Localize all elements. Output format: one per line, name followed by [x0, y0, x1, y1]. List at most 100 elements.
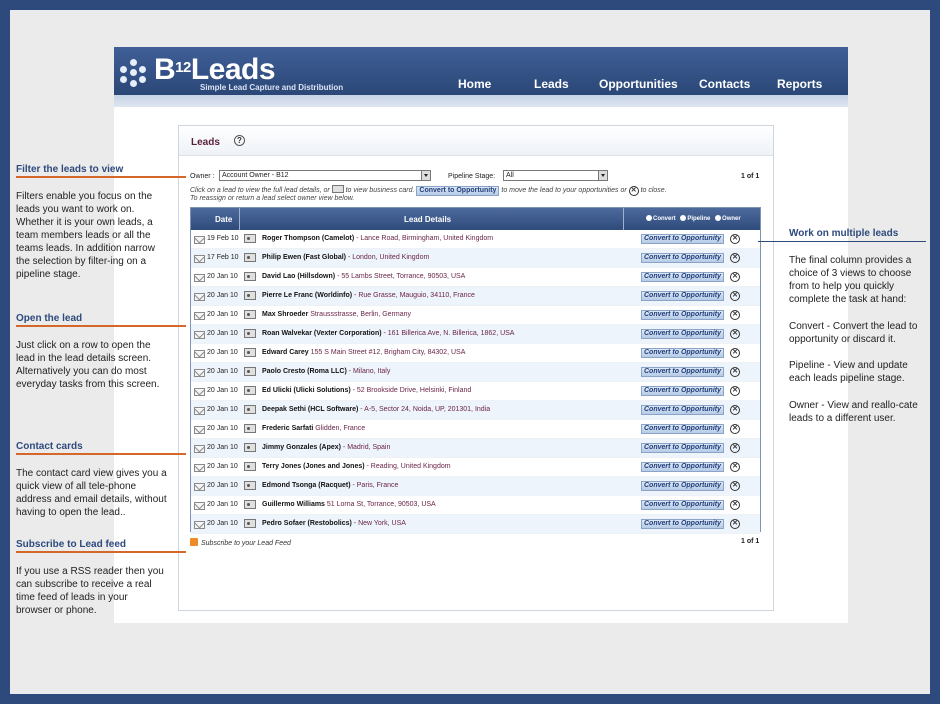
convert-to-opportunity-button[interactable]: Convert to Opportunity	[641, 253, 724, 263]
nav-reports[interactable]: Reports	[777, 77, 822, 91]
table-row[interactable]: 20 Jan 10 Frederic Sarfati Glidden, Franc…	[191, 420, 760, 439]
table-row[interactable]: 20 Jan 10 Pedro Sofaer (Restobolics) - Ne…	[191, 515, 760, 534]
envelope-icon[interactable]	[194, 255, 205, 263]
business-card-icon[interactable]	[244, 462, 256, 471]
business-card-icon[interactable]	[244, 443, 256, 452]
envelope-icon[interactable]	[194, 407, 205, 415]
envelope-icon[interactable]	[194, 426, 205, 434]
envelope-icon[interactable]	[194, 293, 205, 301]
convert-to-opportunity-button[interactable]: Convert to Opportunity	[641, 481, 724, 491]
business-card-icon[interactable]	[244, 253, 256, 262]
table-row[interactable]: 20 Jan 10 Terry Jones (Jones and Jones) -…	[191, 458, 760, 477]
row-details: David Lao (Hillsdown) - 55 Lambs Street,…	[262, 273, 465, 280]
convert-to-opportunity-button[interactable]: Convert to Opportunity	[641, 500, 724, 510]
close-icon[interactable]: ✕	[730, 253, 740, 263]
view-pipeline-radio[interactable]: Pipeline	[680, 215, 710, 222]
business-card-icon[interactable]	[244, 272, 256, 281]
envelope-icon[interactable]	[194, 274, 205, 282]
convert-to-opportunity-button[interactable]: Convert to Opportunity	[641, 310, 724, 320]
nav-opportunities[interactable]: Opportunities	[599, 77, 678, 91]
close-icon[interactable]: ✕	[730, 291, 740, 301]
business-card-icon[interactable]	[244, 481, 256, 490]
envelope-icon[interactable]	[194, 388, 205, 396]
envelope-icon[interactable]	[194, 483, 205, 491]
close-icon[interactable]: ✕	[730, 234, 740, 244]
envelope-icon[interactable]	[194, 369, 205, 377]
convert-to-opportunity-button[interactable]: Convert to Opportunity	[641, 519, 724, 529]
envelope-icon[interactable]	[194, 236, 205, 244]
table-row[interactable]: 20 Jan 10 Ed Ulicki (Ulicki Solutions) - …	[191, 382, 760, 401]
table-row[interactable]: 20 Jan 10 Deepak Sethi (HCL Software) - A…	[191, 401, 760, 420]
convert-to-opportunity-button[interactable]: Convert to Opportunity	[641, 424, 724, 434]
close-icon[interactable]: ✕	[730, 519, 740, 529]
close-icon[interactable]: ✕	[730, 405, 740, 415]
business-card-icon[interactable]	[244, 405, 256, 414]
business-card-icon[interactable]	[244, 348, 256, 357]
rss-feed-link[interactable]: Subscribe to your Lead Feed	[190, 538, 291, 547]
convert-to-opportunity-button[interactable]: Convert to Opportunity	[641, 348, 724, 358]
table-row[interactable]: 19 Feb 10 Roger Thompson (Camelot) - Lanc…	[191, 230, 760, 249]
business-card-icon[interactable]	[244, 424, 256, 433]
convert-to-opportunity-button[interactable]: Convert to Opportunity	[641, 329, 724, 339]
convert-to-opportunity-button[interactable]: Convert to Opportunity	[641, 443, 724, 453]
table-row[interactable]: 20 Jan 10 Roan Walvekar (Vexter Corporati…	[191, 325, 760, 344]
envelope-icon[interactable]	[194, 502, 205, 510]
table-row[interactable]: 20 Jan 10 Paolo Cresto (Roma LLC) - Milan…	[191, 363, 760, 382]
owner-select-value: Account Owner - B12	[222, 172, 289, 179]
close-icon[interactable]: ✕	[730, 481, 740, 491]
table-row[interactable]: 20 Jan 10 Jimmy Gonzales (Apex) - Madrid,…	[191, 439, 760, 458]
business-card-icon[interactable]	[244, 386, 256, 395]
close-icon[interactable]: ✕	[730, 329, 740, 339]
table-row[interactable]: 20 Jan 10 Pierre Le Franc (Worldinfo) - R…	[191, 287, 760, 306]
row-address: - Madrid, Spain	[340, 444, 391, 451]
envelope-icon[interactable]	[194, 331, 205, 339]
pipeline-stage-select[interactable]: All	[503, 170, 608, 181]
nav-home[interactable]: Home	[458, 77, 491, 91]
business-card-icon[interactable]	[244, 310, 256, 319]
convert-to-opportunity-button[interactable]: Convert to Opportunity	[641, 272, 724, 282]
business-card-icon[interactable]	[244, 234, 256, 243]
envelope-icon[interactable]	[194, 521, 205, 529]
convert-to-opportunity-button[interactable]: Convert to Opportunity	[641, 291, 724, 301]
close-icon: ✕	[628, 186, 639, 196]
table-row[interactable]: 17 Feb 10 Philip Ewen (Fast Global) - Lon…	[191, 249, 760, 268]
close-icon[interactable]: ✕	[730, 443, 740, 453]
view-owner-radio[interactable]: Owner	[715, 215, 741, 222]
envelope-icon[interactable]	[194, 350, 205, 358]
convert-to-opportunity-button[interactable]: Convert to Opportunity	[641, 234, 724, 244]
business-card-icon[interactable]	[244, 291, 256, 300]
business-card-icon[interactable]	[244, 329, 256, 338]
convert-to-opportunity-button[interactable]: Convert to Opportunity	[641, 367, 724, 377]
envelope-icon[interactable]	[194, 445, 205, 453]
convert-to-opportunity-button[interactable]: Convert to Opportunity	[641, 386, 724, 396]
table-row[interactable]: 20 Jan 10 David Lao (Hillsdown) - 55 Lamb…	[191, 268, 760, 287]
convert-to-opportunity-button[interactable]: Convert to Opportunity	[641, 405, 724, 415]
close-icon[interactable]: ✕	[730, 310, 740, 320]
business-card-icon[interactable]	[244, 367, 256, 376]
owner-select[interactable]: Account Owner - B12	[219, 170, 431, 181]
close-icon[interactable]: ✕	[730, 272, 740, 282]
business-card-icon[interactable]	[244, 500, 256, 509]
convert-to-opportunity-button[interactable]: Convert to Opportunity	[641, 462, 724, 472]
envelope-icon[interactable]	[194, 312, 205, 320]
help-icon[interactable]: ?	[234, 135, 245, 146]
close-icon[interactable]: ✕	[730, 500, 740, 510]
view-convert-radio[interactable]: Convert	[646, 215, 676, 222]
close-icon[interactable]: ✕	[730, 424, 740, 434]
callout-rule	[16, 551, 186, 553]
close-icon[interactable]: ✕	[730, 367, 740, 377]
nav-contacts[interactable]: Contacts	[699, 77, 750, 91]
close-icon[interactable]: ✕	[730, 462, 740, 472]
business-card-icon[interactable]	[244, 519, 256, 528]
table-row[interactable]: 20 Jan 10 Guillermo Williams 51 Lorna St,…	[191, 496, 760, 515]
envelope-icon[interactable]	[194, 464, 205, 472]
row-details: Frederic Sarfati Glidden, France	[262, 425, 365, 432]
close-icon[interactable]: ✕	[730, 348, 740, 358]
table-row[interactable]: 20 Jan 10 Edmond Tsonga (Racquet) - Paris…	[191, 477, 760, 496]
close-icon[interactable]: ✕	[730, 386, 740, 396]
table-row[interactable]: 20 Jan 10 Max Shroeder Straussstrasse, Be…	[191, 306, 760, 325]
nav-leads[interactable]: Leads	[534, 77, 569, 91]
table-row[interactable]: 20 Jan 10 Edward Carey 155 S Main Street …	[191, 344, 760, 363]
logo[interactable]: B12Leads	[154, 55, 276, 85]
hint-text: to close.	[640, 187, 667, 194]
